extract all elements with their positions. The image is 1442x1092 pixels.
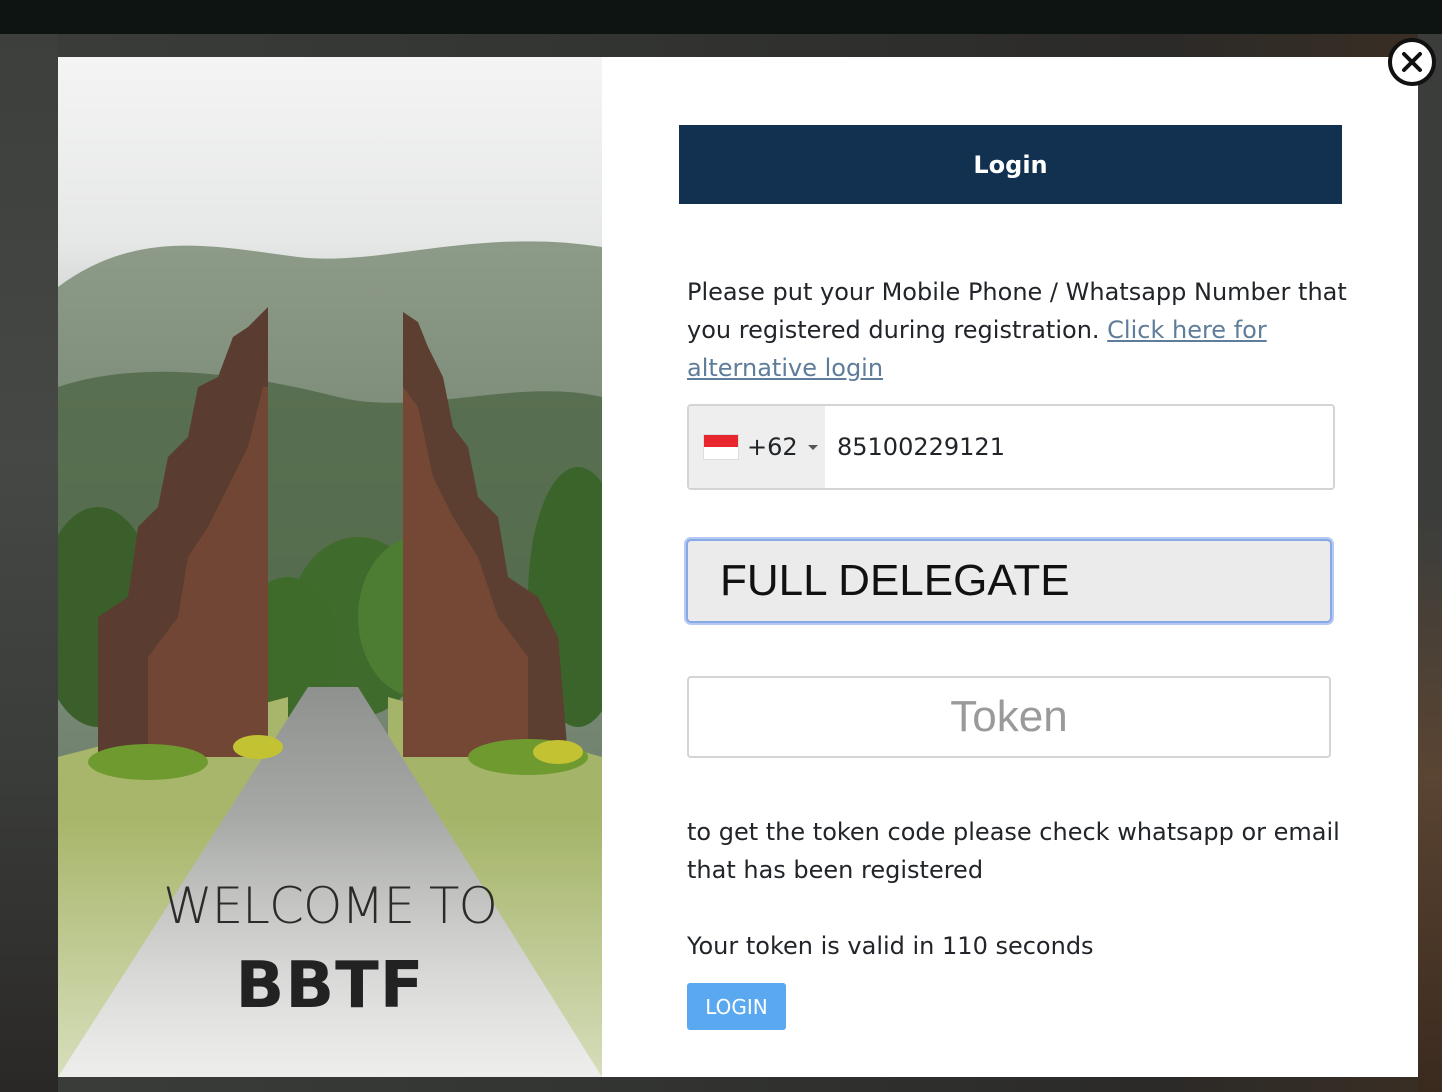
welcome-photo: WELCOME TO BBTF (58, 57, 602, 1077)
phone-number-input[interactable] (825, 406, 1333, 488)
login-form: Login Please put your Mobile Phone / Wha… (602, 57, 1418, 1077)
welcome-heading: WELCOME TO (163, 877, 498, 935)
delegate-type-select[interactable]: FULL DELEGATE (686, 539, 1332, 623)
close-icon (1402, 52, 1422, 72)
token-hint: to get the token code please check whats… (687, 818, 1340, 884)
top-bar (0, 0, 1442, 34)
dial-code: +62 (747, 433, 798, 461)
phone-input-group: +62 (687, 404, 1335, 490)
caret-down-icon (807, 444, 818, 450)
login-modal: WELCOME TO BBTF Login Please put your Mo… (58, 57, 1418, 1077)
token-validity: Your token is valid in 110 seconds (687, 932, 1094, 960)
brand-title: BBTF (235, 949, 425, 1023)
backdrop-edge-right (1418, 34, 1442, 1092)
backdrop-edge-left (0, 34, 58, 1092)
login-button[interactable]: LOGIN (687, 983, 786, 1030)
indonesia-flag-icon (703, 434, 739, 460)
country-code-selector[interactable]: +62 (689, 406, 825, 488)
token-input[interactable] (687, 676, 1331, 758)
close-modal-button[interactable] (1388, 38, 1436, 86)
login-header: Login (679, 125, 1342, 204)
phone-instructions: Please put your Mobile Phone / Whatsapp … (687, 273, 1357, 387)
